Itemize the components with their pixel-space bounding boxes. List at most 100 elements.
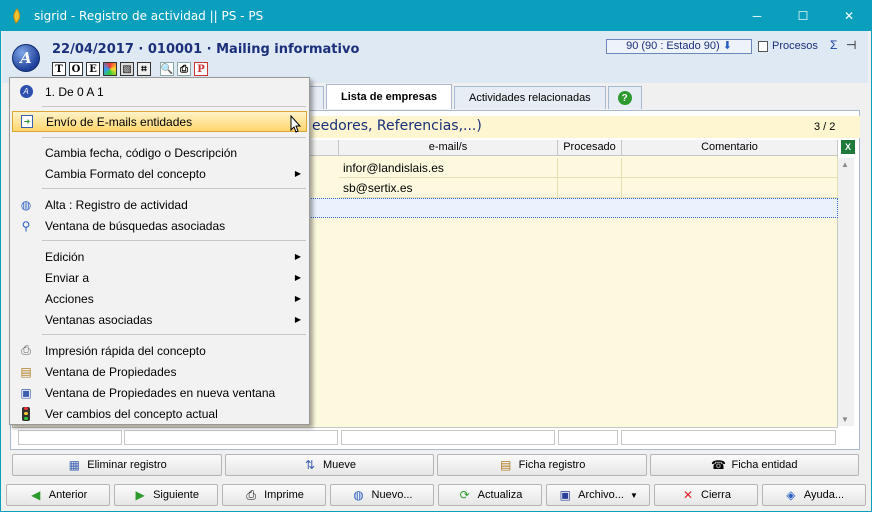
properties-window-icon: ▣ — [20, 385, 32, 400]
footer-cell — [18, 430, 122, 445]
print-icon[interactable]: ⎙ — [177, 62, 191, 76]
maximize-button[interactable]: ☐ — [780, 0, 826, 31]
column-header-procesado[interactable]: Procesado — [558, 140, 622, 156]
dropdown-arrow-icon: ▼ — [629, 490, 638, 500]
submenu-arrow-icon: ▶ — [294, 294, 301, 303]
arrow-left-icon: ◀ — [31, 488, 41, 502]
close-window-button[interactable]: ✕ — [826, 0, 872, 31]
menu-item-envio-emails[interactable]: ➜ Envío de E-mails entidades — [12, 111, 307, 132]
menu-item-enviar-a[interactable]: Enviar a ▶ — [10, 267, 309, 288]
footer-cell — [341, 430, 555, 445]
imprime-button[interactable]: ⎙ Imprime — [222, 484, 326, 506]
printer-icon: ⎙ — [21, 343, 31, 357]
submenu-arrow-icon: ▶ — [294, 273, 301, 282]
procesos-button[interactable]: Procesos — [758, 40, 818, 52]
column-header-email[interactable]: e-mail/s — [339, 140, 558, 156]
record-title: 22/04/2017 · 010001 · Mailing informativ… — [52, 42, 360, 57]
menu-separator — [42, 137, 306, 138]
avatar-icon[interactable]: A — [12, 44, 40, 72]
menu-separator — [42, 334, 306, 335]
table-row-comentario[interactable] — [622, 178, 838, 198]
menu-item-de-0-a-1[interactable]: A 1. De 0 A 1 — [10, 81, 309, 102]
menu-separator — [42, 106, 306, 107]
save-icon: ▣ — [559, 488, 571, 502]
menu-item-ventanas-asociadas[interactable]: Ventanas asociadas ▶ — [10, 309, 309, 330]
procesos-icon — [758, 40, 768, 52]
pdf-icon[interactable]: P — [194, 62, 208, 76]
image-icon[interactable]: ▧ — [120, 62, 134, 76]
footer-cell — [621, 430, 836, 445]
sigma-icon[interactable]: Σ — [830, 38, 837, 52]
table-row-email[interactable]: infor@landislais.es — [339, 158, 558, 178]
move-icon: ⇅ — [304, 458, 316, 472]
printer-icon: ⎙ — [246, 487, 256, 502]
oval-format-icon[interactable]: O — [69, 62, 83, 76]
menu-item-cambia-fecha[interactable]: Cambia fecha, código o Descripción — [10, 142, 309, 163]
tab-lista-empresas[interactable]: Lista de empresas — [326, 84, 452, 109]
globe-icon: ◍ — [20, 197, 32, 212]
vertical-scrollbar[interactable]: ▲ ▼ — [838, 158, 854, 426]
record-card-icon: ▤ — [500, 458, 512, 472]
delete-record-icon: ▦ — [68, 458, 80, 472]
search-icon: ⚲ — [21, 218, 31, 233]
menu-separator — [42, 188, 306, 189]
cierra-button[interactable]: ✕ Cierra — [654, 484, 758, 506]
table-row-procesado[interactable] — [558, 178, 622, 198]
tab-actividades-relacionadas[interactable]: Actividades relacionadas — [454, 86, 606, 109]
column-header-comentario[interactable]: Comentario — [622, 140, 838, 156]
search-document-icon[interactable]: 🔍 — [160, 62, 174, 76]
status-selector[interactable]: 90 (90 : Estado 90) ⬇ — [606, 39, 752, 54]
ficha-entidad-button[interactable]: ☎ Ficha entidad — [650, 454, 859, 476]
anterior-button[interactable]: ◀ Anterior — [6, 484, 110, 506]
refresh-icon: ⟳ — [459, 488, 470, 502]
siguiente-button[interactable]: ▶ Siguiente — [114, 484, 218, 506]
mouse-cursor-icon — [290, 115, 302, 133]
table-row-comentario[interactable] — [622, 158, 838, 178]
menu-item-impresion-rapida[interactable]: ⎙ Impresión rápida del concepto — [10, 340, 309, 361]
menu-item-propiedades-nueva-ventana[interactable]: ▣ Ventana de Propiedades en nueva ventan… — [10, 382, 309, 403]
section-title: eedores, Referencias,...) — [312, 118, 482, 134]
menu-item-ver-cambios[interactable]: Ver cambios del concepto actual — [10, 403, 309, 424]
tab-help[interactable]: ? — [607, 86, 642, 109]
arrow-right-icon: ▶ — [135, 488, 145, 502]
avatar-icon: A — [18, 84, 34, 100]
text-format-icon[interactable]: T — [52, 62, 66, 76]
tab-strip: Lista de empresas Actividades relacionad… — [300, 84, 644, 110]
help-globe-icon: ◈ — [786, 488, 796, 502]
traffic-light-icon — [18, 406, 34, 422]
minimize-button[interactable]: ─ — [734, 0, 780, 31]
scroll-down-icon[interactable]: ▼ — [841, 415, 849, 424]
menu-item-ventana-propiedades[interactable]: ▤ Ventana de Propiedades — [10, 361, 309, 382]
properties-icon: ▤ — [20, 364, 32, 379]
table-row-email[interactable]: sb@sertix.es — [339, 178, 558, 198]
menu-item-cambia-formato[interactable]: Cambia Formato del concepto ▶ — [10, 163, 309, 184]
mueve-button[interactable]: ⇅ Mueve — [225, 454, 434, 476]
ayuda-button[interactable]: ◈ Ayuda... — [762, 484, 866, 506]
mail-send-icon: ➜ — [19, 114, 35, 130]
ficha-registro-button[interactable]: ▤ Ficha registro — [437, 454, 647, 476]
menu-item-acciones[interactable]: Acciones ▶ — [10, 288, 309, 309]
excel-export-icon[interactable]: X — [841, 140, 855, 154]
menu-item-alta-registro[interactable]: ◍ Alta : Registro de actividad — [10, 194, 309, 215]
window-title: sigrid - Registro de actividad || PS - P… — [34, 8, 264, 23]
eliminar-registro-button[interactable]: ▦ Eliminar registro — [12, 454, 222, 476]
header-toolbar: T O E ▧ ⌗ 🔍 ⎙ P — [52, 62, 208, 76]
nuevo-button[interactable]: ◍ Nuevo... — [330, 484, 434, 506]
scroll-up-icon[interactable]: ▲ — [841, 160, 849, 169]
menu-item-ventana-busquedas[interactable]: ⚲ Ventana de búsquedas asociadas — [10, 215, 309, 236]
submenu-arrow-icon: ▶ — [294, 315, 301, 324]
submenu-arrow-icon: ▶ — [294, 252, 301, 261]
entity-card-icon: ☎ — [711, 458, 726, 472]
footer-cell — [558, 430, 618, 445]
close-icon: ✕ — [682, 488, 694, 502]
pin-icon[interactable]: ⊣ — [846, 38, 856, 52]
color-palette-icon[interactable] — [103, 62, 117, 76]
submenu-arrow-icon: ▶ — [294, 169, 301, 178]
menu-item-edicion[interactable]: Edición ▶ — [10, 246, 309, 267]
attach-icon[interactable]: ⌗ — [137, 62, 151, 76]
title-bar: sigrid - Registro de actividad || PS - P… — [0, 0, 872, 31]
actualiza-button[interactable]: ⟳ Actualiza — [438, 484, 542, 506]
table-row-procesado[interactable] — [558, 158, 622, 178]
edit-format-icon[interactable]: E — [86, 62, 100, 76]
archivo-button[interactable]: ▣ Archivo... ▼ — [546, 484, 650, 506]
